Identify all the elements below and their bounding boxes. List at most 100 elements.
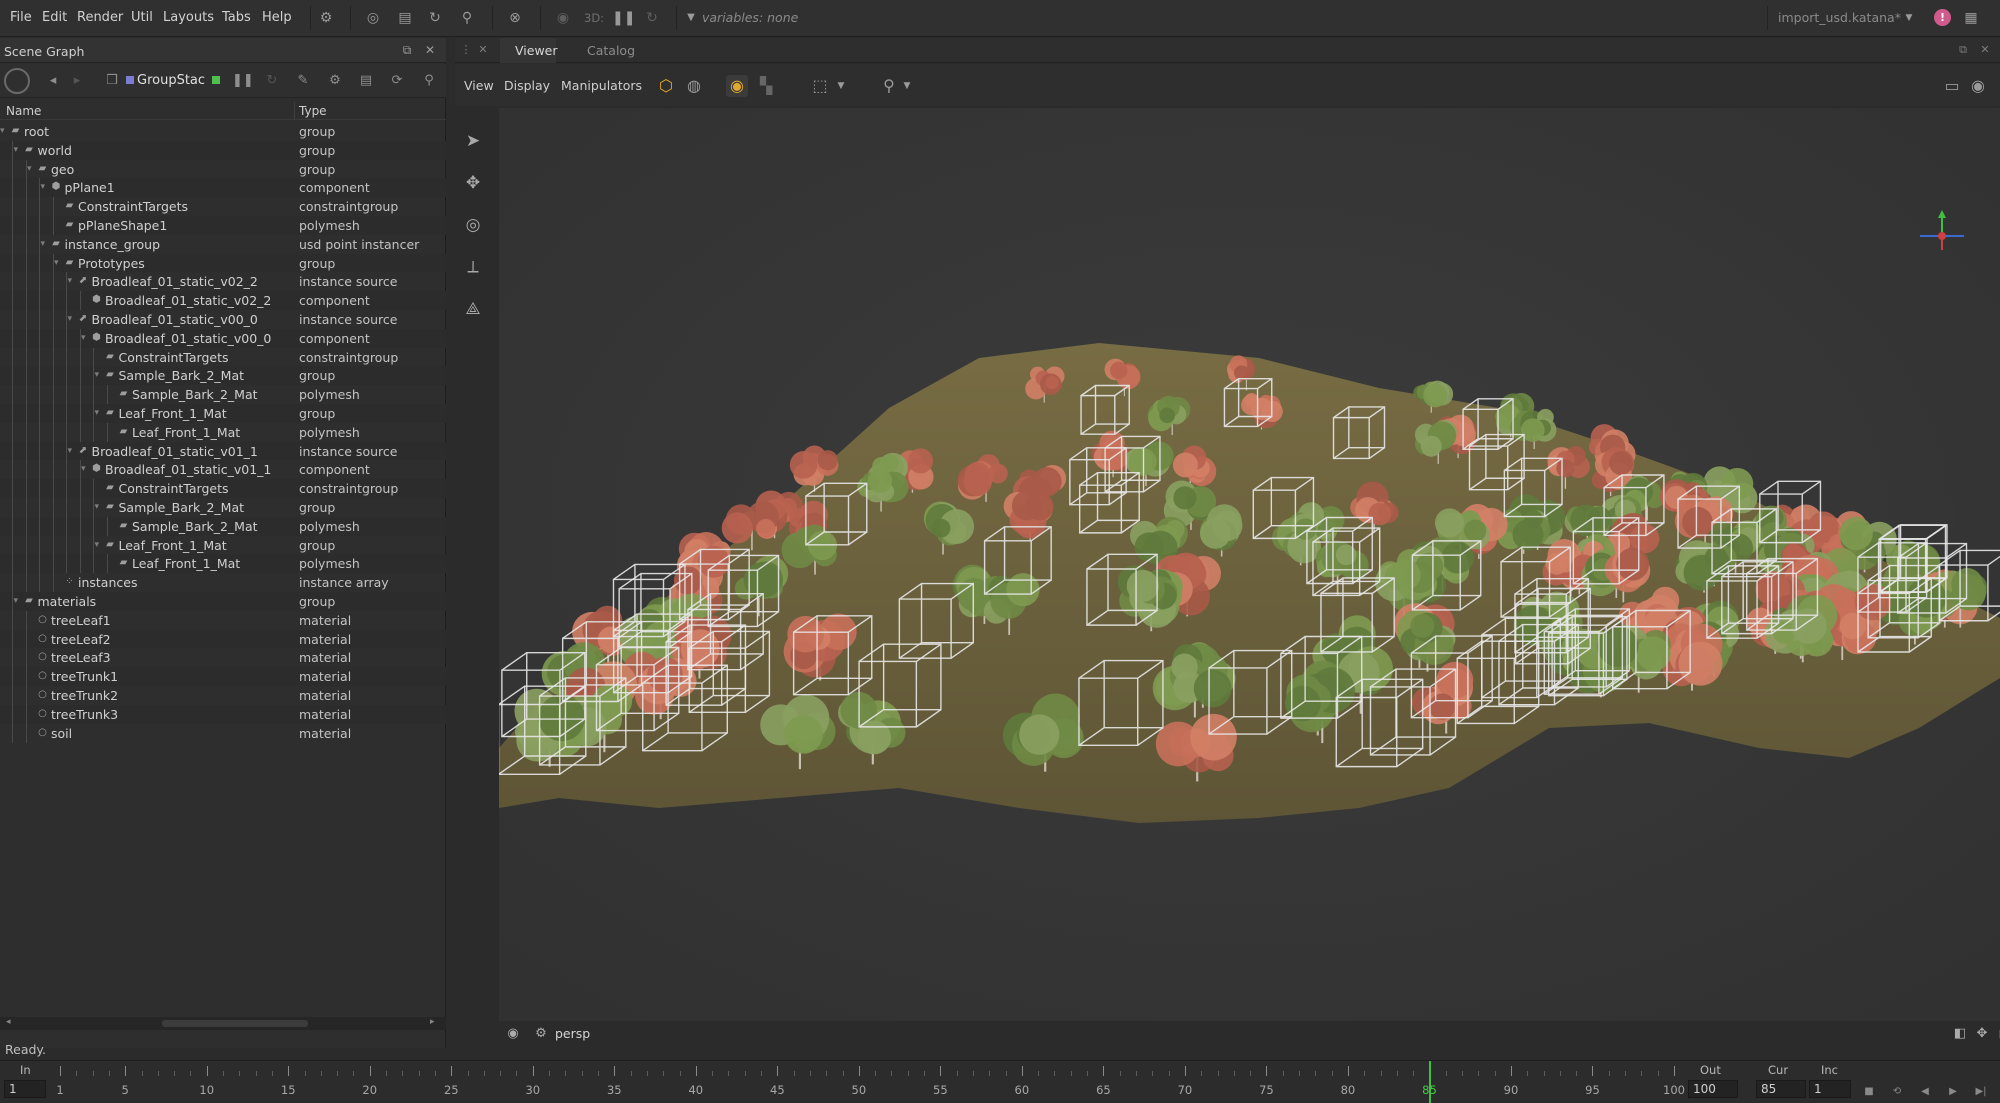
menu-util[interactable]: Util (131, 10, 153, 25)
frame-ruler[interactable]: 1510152025303540455055606570758085909510… (56, 1061, 1685, 1103)
monitor-icon[interactable]: ▭ (1941, 75, 1963, 97)
tree-row[interactable]: ▾ ▰ world group (0, 140, 446, 160)
expand-arrow-icon[interactable]: ▾ (68, 275, 77, 287)
variables-dropdown-icon[interactable]: ▼ (682, 9, 700, 27)
expand-arrow-icon[interactable]: ▾ (95, 501, 104, 513)
tree-row[interactable]: ⬢ Broadleaf_01_static_v02_2 component (0, 291, 446, 311)
alert-icon[interactable]: ! (1934, 9, 1951, 26)
tree-row[interactable]: ▾ ▰ instance_group usd point instancer (0, 234, 446, 254)
debug-icon[interactable]: ⊗ (506, 9, 524, 27)
tab-viewer[interactable]: Viewer (515, 43, 558, 58)
menu-layouts[interactable]: Layouts (163, 10, 214, 25)
expand-arrow-icon[interactable]: ▾ (95, 407, 104, 419)
tab-catalog[interactable]: Catalog (587, 43, 635, 58)
select-tool-icon[interactable]: ➤ (462, 130, 484, 152)
tree-row[interactable]: ○ soil material (0, 723, 446, 743)
camera-selector[interactable]: persp (555, 1026, 590, 1041)
expand-arrow-icon[interactable]: ▾ (14, 595, 23, 607)
3d-viewport[interactable] (499, 108, 2000, 1023)
scroll-left-icon[interactable]: ◂ (6, 1017, 11, 1027)
back-icon[interactable]: ◂ (44, 72, 62, 90)
expand-arrow-icon[interactable]: ▾ (14, 144, 23, 156)
tree-row[interactable]: ▰ ConstraintTargets constraintgroup (0, 197, 446, 217)
cook-icon[interactable]: ↻ (263, 72, 281, 90)
tree-row[interactable]: ▾ ▰ Sample_Bark_2_Mat group (0, 366, 446, 386)
tree-row[interactable]: ○ treeLeaf3 material (0, 648, 446, 668)
close-icon[interactable]: ✕ (1978, 43, 1992, 57)
render-region-icon[interactable]: ▤ (396, 9, 414, 27)
menu-file[interactable]: File (10, 10, 32, 25)
chevron-down-icon[interactable]: ▼ (1900, 9, 1918, 27)
column-name-header[interactable]: Name (6, 104, 41, 118)
hud-icon[interactable]: ◧ (1952, 1026, 1968, 1042)
edit-icon[interactable]: ✎ (294, 72, 312, 90)
project-name[interactable]: import_usd.katana* (1778, 10, 1901, 25)
camera-icon[interactable]: ▣ (1996, 1026, 2000, 1042)
tree-row[interactable]: ▰ Sample_Bark_2_Mat polymesh (0, 516, 446, 536)
scrollbar-thumb[interactable] (162, 1020, 308, 1027)
tree-row[interactable]: ▾ ⬢ pPlane1 component (0, 178, 446, 198)
float-panel-icon[interactable]: ⧉ (1956, 43, 1970, 57)
panel-grip-icon[interactable]: ⋮ (459, 43, 473, 57)
scene-render[interactable] (499, 108, 2000, 1023)
tree-row[interactable]: ○ treeTrunk1 material (0, 667, 446, 687)
increment-field[interactable]: 1 (1809, 1080, 1851, 1098)
expand-arrow-icon[interactable]: ▾ (27, 163, 36, 175)
expand-arrow-icon[interactable]: ▾ (81, 332, 90, 344)
play-backward-icon[interactable]: ◀ (1918, 1085, 1932, 1099)
camera-gear-icon[interactable]: ⚙ (533, 1026, 549, 1042)
tree-row[interactable]: ▾ ▰ materials group (0, 591, 446, 611)
in-frame-field[interactable]: 1 (4, 1080, 46, 1098)
tree-row[interactable]: ▾ ⬈ Broadleaf_01_static_v01_1 instance sour… (0, 441, 446, 461)
tree-row[interactable]: ⁘ instances instance array (0, 573, 446, 593)
tree-row[interactable]: ▾ ⬢ Broadleaf_01_static_v00_0 component (0, 328, 446, 348)
settings-icon[interactable]: ⚙ (317, 9, 335, 27)
view-node-name[interactable]: GroupStac (137, 73, 205, 88)
expand-arrow-icon[interactable]: ▾ (54, 257, 63, 269)
out-frame-field[interactable]: 100 (1688, 1080, 1738, 1098)
expand-arrow-icon[interactable]: ▾ (41, 181, 50, 193)
column-type-header[interactable]: Type (299, 104, 327, 118)
tree-row[interactable]: ▰ ConstraintTargets constraintgroup (0, 347, 446, 367)
expand-arrow-icon[interactable]: ▾ (68, 445, 77, 457)
tree-row[interactable]: ▰ Leaf_Front_1_Mat polymesh (0, 554, 446, 574)
pause-icon[interactable]: ❚❚ (232, 72, 254, 90)
expand-arrow-icon[interactable]: ▾ (95, 539, 104, 551)
tree-row[interactable]: ▾ ⬈ Broadleaf_01_static_v00_0 instance sour… (0, 309, 446, 329)
forward-icon[interactable]: ▸ (68, 72, 86, 90)
tree-row[interactable]: ▾ ⬈ Broadleaf_01_static_v02_2 instance sour… (0, 272, 446, 292)
menu-display[interactable]: Display (504, 78, 550, 93)
tree-row[interactable]: ▾ ▰ Prototypes group (0, 253, 446, 273)
tree-row[interactable]: ▰ Leaf_Front_1_Mat polymesh (0, 422, 446, 442)
rotate-tool-icon[interactable]: ◎ (462, 214, 484, 236)
menu-help[interactable]: Help (262, 10, 292, 25)
tree-row[interactable]: ▰ pPlaneShape1 polymesh (0, 215, 446, 235)
expand-arrow-icon[interactable]: ▾ (41, 238, 50, 250)
tree-row[interactable]: ▾ ▰ Leaf_Front_1_Mat group (0, 535, 446, 555)
play-forward-icon[interactable]: ▶ (1946, 1085, 1960, 1099)
globe-shaded-icon[interactable]: ◉ (726, 75, 748, 97)
expand-arrow-icon[interactable]: ▾ (81, 463, 90, 475)
pivot-tool-icon[interactable]: ⟁ (462, 298, 484, 320)
stop-icon[interactable]: ■ (1862, 1085, 1876, 1099)
globe-icon[interactable]: ◍ (683, 75, 705, 97)
checker-icon[interactable]: ▚ (755, 75, 777, 97)
skip-end-icon[interactable]: ▶| (1974, 1085, 1988, 1099)
live-render-icon[interactable]: ◉ (554, 9, 572, 27)
close-icon[interactable]: ✕ (476, 43, 490, 57)
tree-row[interactable]: ▾ ▰ Sample_Bark_2_Mat group (0, 497, 446, 517)
current-frame-field[interactable]: 85 (1756, 1080, 1806, 1098)
restart-icon[interactable]: ↻ (643, 9, 661, 27)
tree-row[interactable]: ○ treeLeaf2 material (0, 629, 446, 649)
tree-row[interactable]: ▰ ConstraintTargets constraintgroup (0, 479, 446, 499)
tree-row[interactable]: ○ treeTrunk3 material (0, 704, 446, 724)
tree-row[interactable]: ▾ ▰ Leaf_Front_1_Mat group (0, 403, 446, 423)
expand-arrow-icon[interactable]: ▾ (68, 313, 77, 325)
horizontal-scrollbar[interactable]: ◂ ▸ (0, 1017, 446, 1030)
tree-row[interactable]: ○ treeTrunk2 material (0, 685, 446, 705)
loop-icon[interactable]: ⟲ (1890, 1085, 1904, 1099)
menu-render[interactable]: Render (77, 10, 123, 25)
pause-icon[interactable]: ❚❚ (612, 9, 635, 27)
menu-manipulators[interactable]: Manipulators (561, 78, 642, 93)
menu-view[interactable]: View (464, 78, 494, 93)
